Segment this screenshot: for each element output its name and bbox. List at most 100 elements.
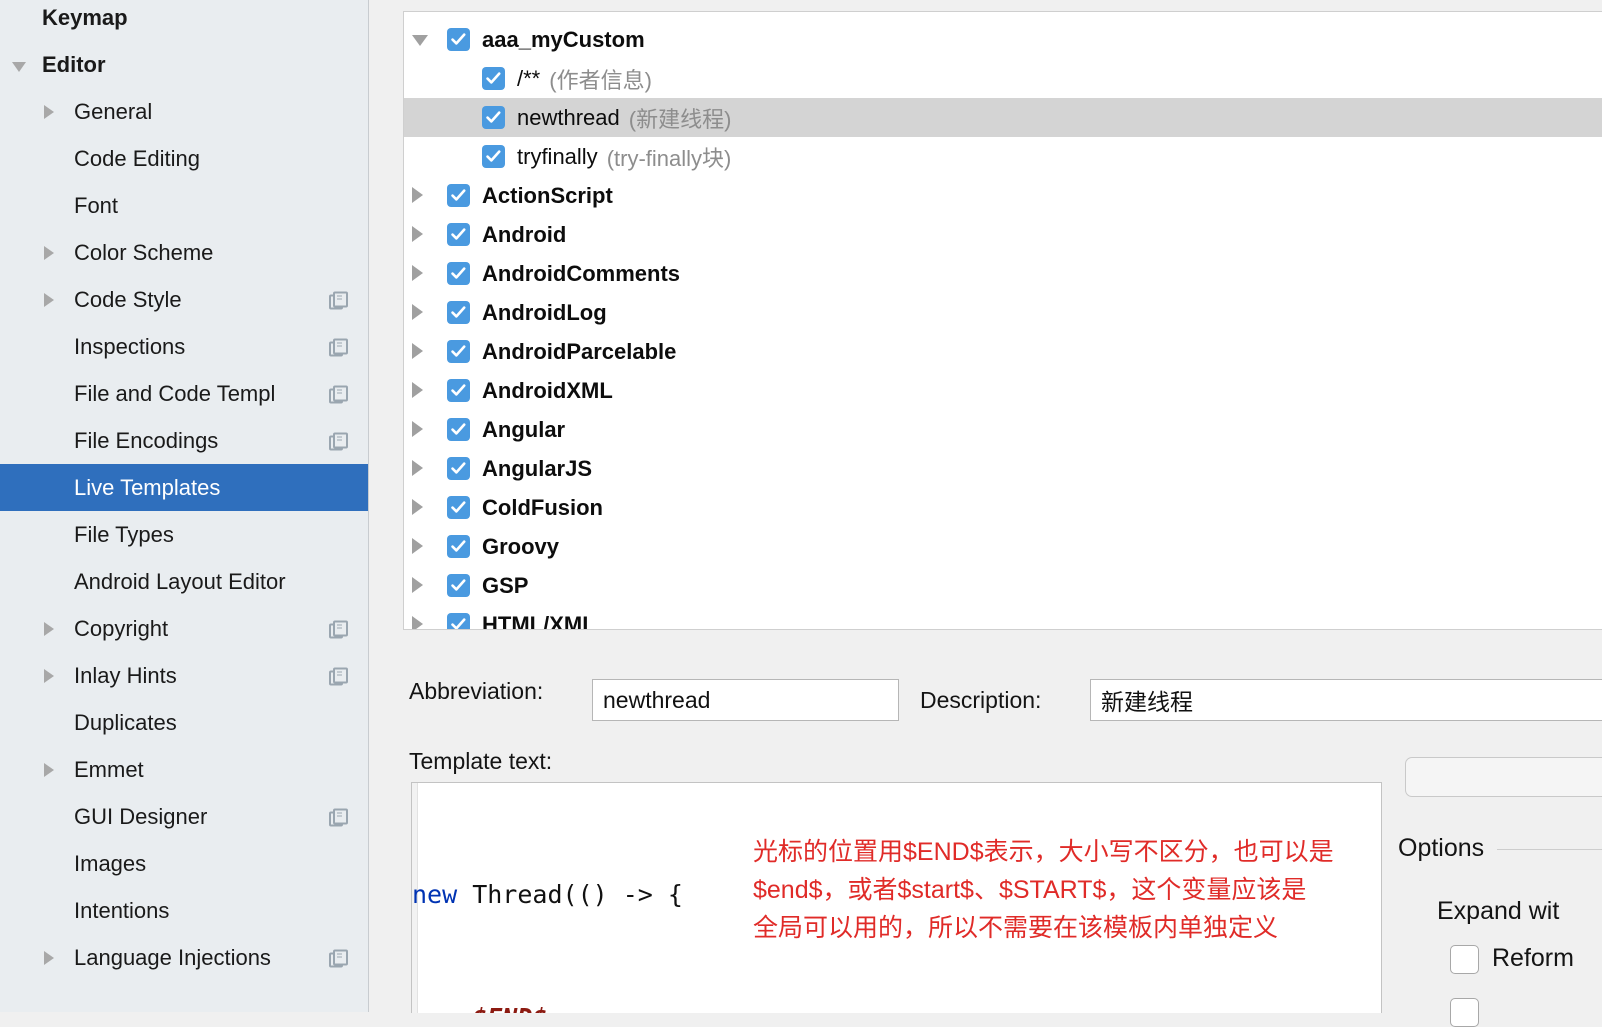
tree-expand-right-icon[interactable]: [412, 538, 423, 554]
tree-row[interactable]: Android: [404, 215, 1602, 254]
sidebar-item-editor[interactable]: Editor: [0, 41, 368, 88]
tree-row[interactable]: AndroidComments: [404, 254, 1602, 293]
tree-checkbox[interactable]: [447, 496, 470, 519]
tree-checkbox[interactable]: [447, 379, 470, 402]
sidebar-item-file-and-code-templ[interactable]: File and Code Templ: [0, 370, 368, 417]
sidebar-item-inspections[interactable]: Inspections: [0, 323, 368, 370]
tree-expand-right-icon[interactable]: [412, 304, 423, 320]
tree-checkbox[interactable]: [447, 457, 470, 480]
tree-expand-right-icon[interactable]: [412, 265, 423, 281]
copy-settings-icon[interactable]: [329, 291, 348, 309]
sidebar-item-emmet[interactable]: Emmet: [0, 746, 368, 793]
copy-settings-icon[interactable]: [329, 620, 348, 638]
tree-item-name: Android: [482, 221, 567, 247]
chevron-right-icon[interactable]: [44, 951, 54, 965]
tree-row[interactable]: HTML/XML: [404, 605, 1602, 630]
sidebar-item-live-templates[interactable]: Live Templates: [0, 464, 368, 511]
sidebar-item-intentions[interactable]: Intentions: [0, 887, 368, 934]
tree-expand-right-icon[interactable]: [412, 577, 423, 593]
copy-settings-icon[interactable]: [329, 432, 348, 450]
tree-expand-right-icon[interactable]: [412, 616, 423, 629]
copy-settings-icon[interactable]: [329, 808, 348, 826]
sidebar-item-color-scheme[interactable]: Color Scheme: [0, 229, 368, 276]
sidebar-item-inlay-hints[interactable]: Inlay Hints: [0, 652, 368, 699]
tree-checkbox[interactable]: [447, 301, 470, 324]
tree-row[interactable]: aaa_myCustom: [404, 20, 1602, 59]
copy-settings-icon[interactable]: [329, 667, 348, 685]
chevron-right-icon[interactable]: [44, 105, 54, 119]
reformat-checkbox[interactable]: [1450, 945, 1479, 974]
tree-expand-right-icon[interactable]: [412, 226, 423, 242]
sidebar-item-code-style[interactable]: Code Style: [0, 276, 368, 323]
live-templates-tree[interactable]: aaa_myCustom /** (作者信息) newthread (新建线程) tryf…: [403, 11, 1602, 630]
chevron-down-icon[interactable]: [12, 62, 26, 72]
tree-expand-right-icon[interactable]: [412, 460, 423, 476]
tree-expand-right-icon[interactable]: [412, 382, 423, 398]
tree-checkbox[interactable]: [447, 340, 470, 363]
tree-row[interactable]: ActionScript: [404, 176, 1602, 215]
tree-row[interactable]: AndroidXML: [404, 371, 1602, 410]
sidebar-item-images[interactable]: Images: [0, 840, 368, 887]
description-input[interactable]: [1090, 679, 1602, 721]
copy-settings-icon[interactable]: [329, 338, 348, 356]
chevron-right-icon[interactable]: [44, 622, 54, 636]
tree-expand-right-icon[interactable]: [412, 187, 423, 203]
tree-expand-right-icon[interactable]: [412, 343, 423, 359]
tree-item-name: AndroidParcelable: [482, 338, 677, 364]
tree-item-name: tryfinally: [517, 143, 598, 169]
tree-row[interactable]: AngularJS: [404, 449, 1602, 488]
abbreviation-input[interactable]: [592, 679, 899, 721]
options-section-title: Options: [1398, 834, 1493, 863]
tree-checkbox[interactable]: [447, 262, 470, 285]
tree-row[interactable]: tryfinally (try-finally块): [404, 137, 1602, 176]
tree-row[interactable]: Groovy: [404, 527, 1602, 566]
sidebar-item-copyright[interactable]: Copyright: [0, 605, 368, 652]
tree-expand-right-icon[interactable]: [412, 499, 423, 515]
tree-row[interactable]: GSP: [404, 566, 1602, 605]
sidebar-item-general[interactable]: General: [0, 88, 368, 135]
sidebar-item-label: File Types: [74, 521, 174, 547]
secondary-option-checkbox[interactable]: [1450, 998, 1479, 1027]
tree-checkbox[interactable]: [447, 535, 470, 558]
sidebar-item-gui-designer[interactable]: GUI Designer: [0, 793, 368, 840]
settings-sidebar[interactable]: Keymap Editor General Code Editing Font Color…: [0, 0, 369, 1012]
tree-row[interactable]: ColdFusion: [404, 488, 1602, 527]
chevron-right-icon[interactable]: [44, 246, 54, 260]
annotation-line-1: 光标的位置用$END$表示，大小写不区分，也可以是: [753, 838, 1334, 866]
tree-row[interactable]: Angular: [404, 410, 1602, 449]
copy-settings-icon[interactable]: [329, 949, 348, 967]
tree-checkbox[interactable]: [447, 28, 470, 51]
abbreviation-label-wrap: Abbreviation:: [409, 678, 543, 705]
tree-expand-right-icon[interactable]: [412, 421, 423, 437]
sidebar-item-file-types[interactable]: File Types: [0, 511, 368, 558]
tree-item-name: HTML/XML: [482, 611, 596, 630]
tree-checkbox[interactable]: [447, 418, 470, 441]
sidebar-item-language-injections[interactable]: Language Injections: [0, 934, 368, 981]
chevron-right-icon[interactable]: [44, 763, 54, 777]
tree-checkbox[interactable]: [482, 67, 505, 90]
tree-row[interactable]: /** (作者信息): [404, 59, 1602, 98]
tree-checkbox[interactable]: [447, 223, 470, 246]
tree-row[interactable]: newthread (新建线程): [404, 98, 1602, 137]
copy-settings-icon[interactable]: [329, 385, 348, 403]
sidebar-item-font[interactable]: Font: [0, 182, 368, 229]
sidebar-item-keymap[interactable]: Keymap: [0, 0, 368, 41]
tree-checkbox[interactable]: [447, 574, 470, 597]
chevron-right-icon[interactable]: [44, 669, 54, 683]
tree-item-description: (try-finally块): [606, 145, 732, 171]
chevron-right-icon[interactable]: [44, 293, 54, 307]
tree-checkbox[interactable]: [482, 106, 505, 129]
tree-checkbox[interactable]: [482, 145, 505, 168]
tree-checkbox[interactable]: [447, 613, 470, 629]
sidebar-item-file-encodings[interactable]: File Encodings: [0, 417, 368, 464]
sidebar-item-code-editing[interactable]: Code Editing: [0, 135, 368, 182]
sidebar-item-duplicates[interactable]: Duplicates: [0, 699, 368, 746]
tree-expand-down-icon[interactable]: [412, 35, 428, 46]
tree-row[interactable]: AndroidParcelable: [404, 332, 1602, 371]
reformat-label: Reform: [1492, 944, 1574, 972]
edit-variables-button[interactable]: E: [1405, 757, 1602, 797]
sidebar-item-android-layout-editor[interactable]: Android Layout Editor: [0, 558, 368, 605]
tree-row[interactable]: AndroidLog: [404, 293, 1602, 332]
tree-checkbox[interactable]: [447, 184, 470, 207]
sidebar-item-label: Code Editing: [74, 145, 200, 171]
